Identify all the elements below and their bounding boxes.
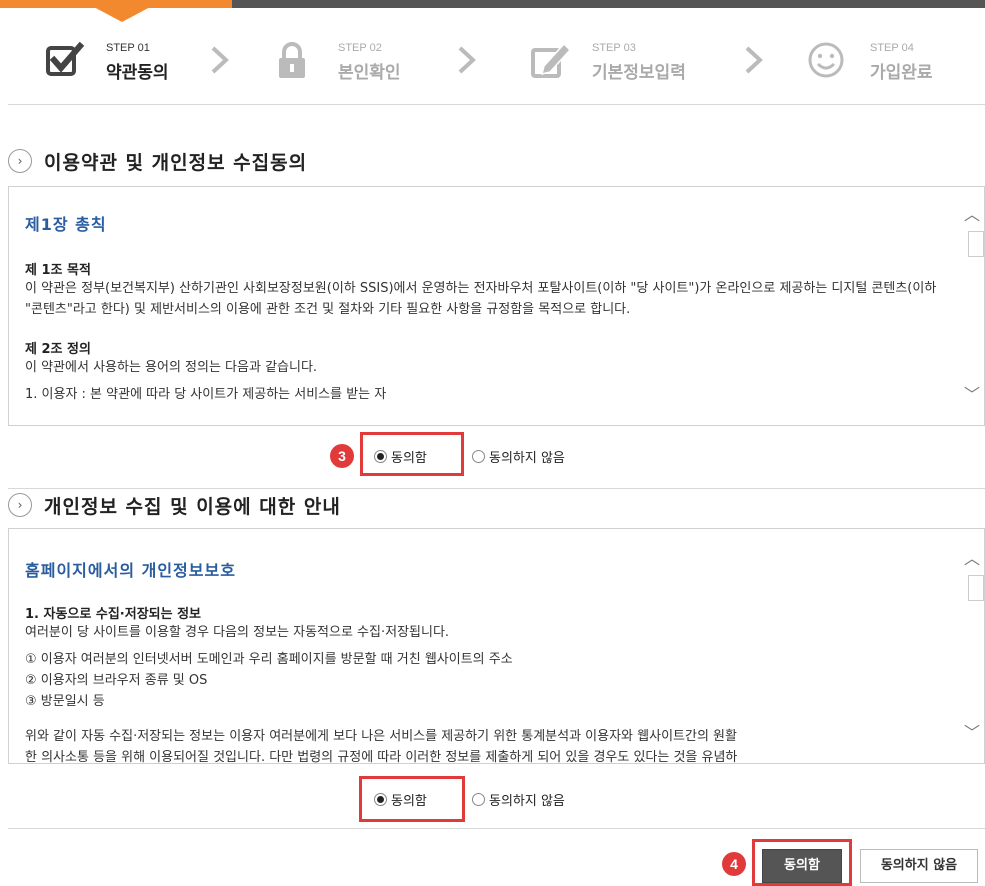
circle-chevron-icon: › (8, 493, 32, 517)
radio-label: 동의함 (391, 794, 427, 809)
radio-empty-icon[interactable] (472, 450, 485, 463)
item-title: 1. 자동으로 수집·저장되는 정보 (25, 607, 202, 622)
list-item: ① 이용자 여러분의 인터넷서버 도메인과 우리 홈페이지를 방문할 때 거친 … (25, 652, 513, 667)
pencil-icon (531, 42, 572, 78)
item-paragraph-cut: 한 의사소통 등을 위해 이용되어질 것입니다. 다만 법령의 규정에 따라 이… (25, 750, 738, 764)
step-number: STEP 04 (870, 42, 914, 54)
radio-label: 동의하지 않음 (489, 451, 565, 466)
step-number: STEP 01 (106, 42, 150, 54)
step-number: STEP 03 (592, 42, 636, 54)
step-number: STEP 02 (338, 42, 382, 54)
agree-radio[interactable]: 동의함 (374, 447, 427, 466)
scrollbar-thumb[interactable] (968, 231, 984, 257)
agree-radio-row-2: 동의함 동의하지 않음 (0, 776, 985, 822)
article-title: 제 1조 목적 (25, 263, 91, 278)
step-3: STEP 03 기본정보입력 (530, 34, 710, 90)
signup-steps: STEP 01 약관동의 STEP 02 본인확인 STEP 03 기본정보입력 (0, 24, 985, 104)
scroll-up-icon[interactable]: ︿ (964, 551, 980, 567)
radio-selected-icon[interactable] (374, 450, 387, 463)
chevron-right-icon (458, 46, 476, 74)
article-body-cut: 1. 이용자 : 본 약관에 따라 당 사이트가 제공하는 서비스를 받는 자 (25, 387, 387, 402)
current-step-pointer (92, 6, 152, 22)
agree-radio-row-1: 3 동의함 동의하지 않음 (0, 432, 985, 476)
radio-empty-icon[interactable] (472, 793, 485, 806)
circle-chevron-icon: › (8, 149, 32, 173)
progress-strip (0, 0, 985, 22)
smiley-icon (808, 42, 844, 78)
privacy-heading: 홈페이지에서의 개인정보보호 (25, 561, 236, 580)
section-title-text: 이용약관 및 개인정보 수집동의 (44, 151, 308, 174)
section-title-text: 개인정보 수집 및 이용에 대한 안내 (44, 495, 341, 518)
step-1: STEP 01 약관동의 (44, 34, 204, 90)
radio-label: 동의함 (391, 451, 427, 466)
divider (8, 488, 985, 489)
step-4: STEP 04 가입완료 (808, 34, 968, 90)
step-name: 본인확인 (338, 63, 401, 83)
radio-label: 동의하지 않음 (489, 794, 565, 809)
section-title-privacy: › 개인정보 수집 및 이용에 대한 안내 (8, 490, 341, 520)
lock-icon (279, 42, 305, 78)
disagree-radio[interactable]: 동의하지 않음 (472, 447, 565, 466)
step-name: 약관동의 (106, 63, 169, 83)
item-body: 여러분이 당 사이트를 이용할 경우 다음의 정보는 자동적으로 수집·저장됩니… (25, 625, 450, 640)
terms-box-1[interactable]: 제1장 총칙 제 1조 목적 이 약관은 정부(보건복지부) 산하기관인 사회보… (8, 186, 985, 426)
disagree-button[interactable]: 동의하지 않음 (860, 849, 978, 883)
step-name: 가입완료 (870, 63, 933, 83)
scroll-up-icon[interactable]: ︿ (964, 207, 980, 223)
radio-selected-icon[interactable] (374, 793, 387, 806)
article-title: 제 2조 정의 (25, 342, 91, 357)
disagree-radio[interactable]: 동의하지 않음 (472, 790, 565, 809)
divider (8, 828, 985, 829)
chevron-right-icon (211, 46, 229, 74)
terms-chapter-heading: 제1장 총칙 (25, 215, 107, 234)
scrollbar-thumb[interactable] (968, 575, 984, 601)
checkbox-icon (46, 41, 85, 76)
item-paragraph: 위와 같이 자동 수집·저장되는 정보는 이용자 여러분에게 보다 나은 서비스… (25, 729, 737, 744)
step-2: STEP 02 본인확인 (276, 34, 436, 90)
section-title-terms: › 이용약관 및 개인정보 수집동의 (8, 146, 307, 176)
step-badge: 4 (722, 852, 746, 876)
scroll-down-icon[interactable]: ﹀ (964, 387, 980, 403)
article-body: 이 약관에서 사용하는 용어의 정의는 다음과 같습니다. (25, 360, 318, 375)
list-item: ② 이용자의 브라우저 종류 및 OS (25, 673, 208, 688)
article-body: 이 약관은 정부(보건복지부) 산하기관인 사회보장정보원(이하 SSIS)에서… (25, 281, 937, 317)
scroll-down-icon[interactable]: ﹀ (964, 725, 980, 741)
step-badge: 3 (330, 444, 354, 468)
agree-button[interactable]: 동의함 (762, 849, 842, 883)
list-item: ③ 방문일시 등 (25, 694, 105, 709)
step-name: 기본정보입력 (592, 63, 686, 83)
chevron-right-icon (745, 46, 763, 74)
agree-radio[interactable]: 동의함 (374, 790, 427, 809)
divider (8, 104, 985, 105)
terms-box-2[interactable]: 홈페이지에서의 개인정보보호 1. 자동으로 수집·저장되는 정보 여러분이 당… (8, 528, 985, 764)
